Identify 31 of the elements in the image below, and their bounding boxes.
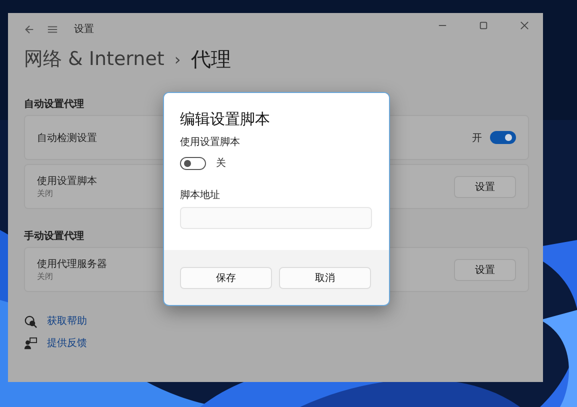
window-title: 设置 xyxy=(74,22,94,36)
help-link[interactable]: 提供反馈 xyxy=(47,336,87,350)
setting-title: 自动检测设置 xyxy=(37,132,97,144)
setting-title: 使用代理服务器 xyxy=(37,258,107,271)
section-heading: 自动设置代理 xyxy=(24,98,84,110)
toggle-state-label: 开 xyxy=(472,132,482,144)
setting-status: 关闭 xyxy=(37,271,53,282)
breadcrumb-parent[interactable]: 网络 & Internet xyxy=(24,46,164,72)
setting-title: 使用设置脚本 xyxy=(37,174,97,188)
settings-button[interactable]: 设置 xyxy=(454,176,516,198)
field-label: 脚本地址 xyxy=(180,188,221,202)
feedback-icon xyxy=(24,336,37,350)
maximize-icon[interactable] xyxy=(479,20,488,30)
menu-icon[interactable] xyxy=(47,24,58,34)
setting-status: 关闭 xyxy=(37,188,53,199)
breadcrumb-separator: › xyxy=(174,50,181,68)
input-field[interactable] xyxy=(180,207,372,229)
page-title: 代理 xyxy=(190,46,231,72)
help-icon xyxy=(24,314,37,328)
settings-button[interactable]: 设置 xyxy=(454,258,516,280)
toggle-label: 使用设置脚本 xyxy=(180,136,241,149)
toggle-switch[interactable] xyxy=(180,156,206,170)
toggle-switch[interactable] xyxy=(490,131,516,144)
toggle-state-label: 关 xyxy=(216,156,226,170)
dialog-button[interactable]: 保存 xyxy=(180,267,272,289)
dialog-button[interactable]: 取消 xyxy=(279,267,371,289)
close-icon[interactable] xyxy=(520,20,529,30)
dialog-title: 编辑设置脚本 xyxy=(180,110,271,129)
help-link[interactable]: 获取帮助 xyxy=(47,314,87,328)
back-icon[interactable] xyxy=(24,24,35,34)
section-heading: 手动设置代理 xyxy=(24,230,84,242)
